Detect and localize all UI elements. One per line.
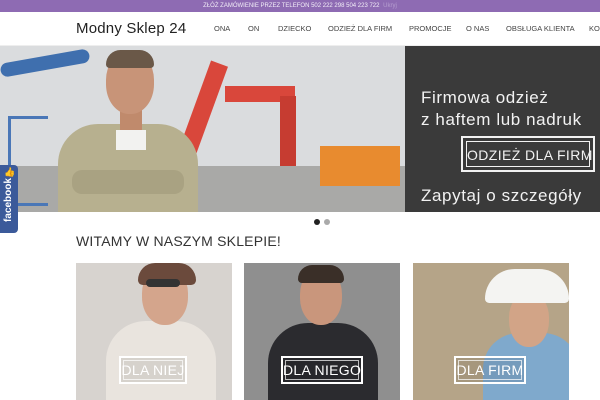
welcome-heading: WITAMY W NASZYM SKLEPIE! xyxy=(76,233,281,249)
slider-dot-2[interactable] xyxy=(324,219,330,225)
slider-dot-1[interactable] xyxy=(314,219,320,225)
nav-item-ona[interactable]: ONA xyxy=(214,24,230,33)
category-card-him[interactable]: DLA NIEGO xyxy=(244,263,400,400)
hero-cta-button[interactable]: ODZIEŻ DLA FIRM xyxy=(461,136,595,172)
nav-item-odziez-dla-firm[interactable]: ODZIEŻ DLA FIRM xyxy=(328,24,392,33)
hero-text-panel: Firmowa odzież z haftem lub nadruk ODZIE… xyxy=(405,46,600,212)
facebook-label: facebook xyxy=(3,178,14,222)
site-logo[interactable]: Modny Sklep 24 xyxy=(76,20,186,37)
hero-headline-line1: Firmowa odzież xyxy=(421,88,549,107)
nav-item-kontakt[interactable]: KO xyxy=(589,24,600,33)
top-announcement-bar: ZŁÓŻ ZAMÓWIENIE PRZEZ TELEFON 502 222 29… xyxy=(0,0,600,12)
category-button-him[interactable]: DLA NIEGO xyxy=(281,356,363,384)
site-header: Modny Sklep 24 ONA ON DZIECKO ODZIEŻ DLA… xyxy=(0,12,600,46)
nav-item-dziecko[interactable]: DZIECKO xyxy=(278,24,311,33)
category-button-business[interactable]: DLA FIRM xyxy=(454,356,526,384)
hero-cta-label: ODZIEŻ DLA FIRM xyxy=(466,141,592,167)
hero-image xyxy=(0,46,405,212)
nav-item-promocje[interactable]: PROMOCJE xyxy=(409,24,452,33)
hero-slider[interactable]: Firmowa odzież z haftem lub nadruk ODZIE… xyxy=(0,46,600,212)
nav-item-obsluga-klienta[interactable]: OBSŁUGA KLIENTA xyxy=(506,24,575,33)
page: ZŁÓŻ ZAMÓWIENIE PRZEZ TELEFON 502 222 29… xyxy=(0,0,600,400)
nav-item-on[interactable]: ON xyxy=(248,24,259,33)
hero-worker-figure xyxy=(58,50,198,212)
category-card-business[interactable]: DLA FIRM xyxy=(413,263,569,400)
hero-subline: Zapytaj o szczegóły xyxy=(421,186,582,205)
hero-headline-line2: z haftem lub nadruk xyxy=(421,110,582,129)
category-card-her[interactable]: DLA NIEJ xyxy=(76,263,232,400)
nav-item-o-nas[interactable]: O NAS xyxy=(466,24,489,33)
hide-bar-link[interactable]: Ukryj xyxy=(383,3,397,9)
phone-order-text: ZŁÓŻ ZAMÓWIENIE PRZEZ TELEFON 502 222 29… xyxy=(203,3,380,9)
facebook-side-tab[interactable]: 👍 facebook xyxy=(0,165,18,233)
category-button-her[interactable]: DLA NIEJ xyxy=(119,356,187,384)
